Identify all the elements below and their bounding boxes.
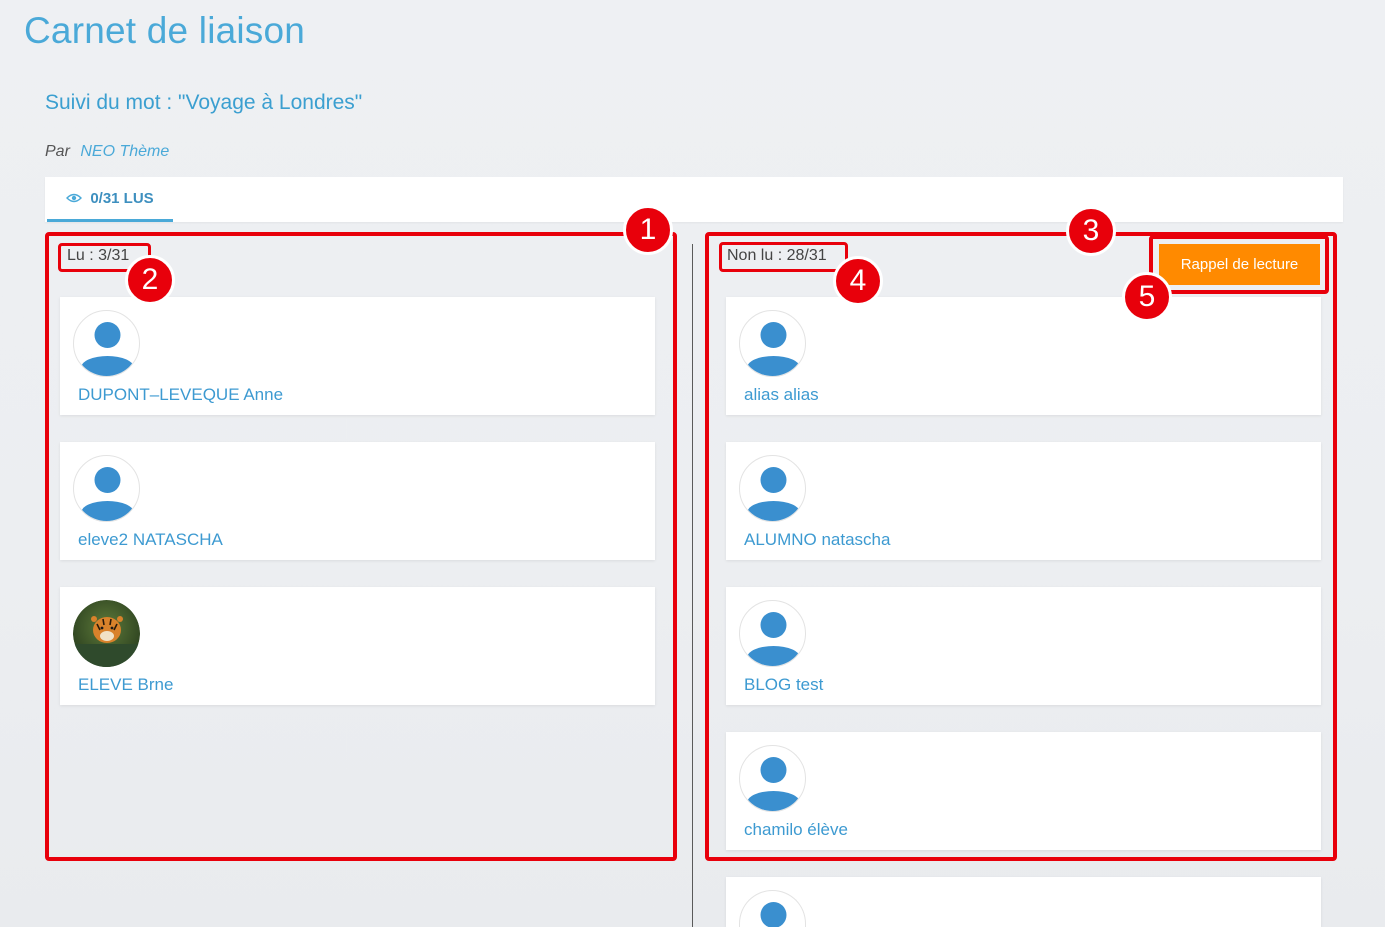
avatar: [739, 600, 806, 667]
page-title: Carnet de liaison: [24, 10, 306, 51]
unread-count-label: Non lu : 28/31: [727, 247, 827, 264]
message-subtitle: Suivi du mot : "Voyage à Londres": [45, 91, 363, 114]
annotation-marker: 2: [125, 255, 175, 305]
user-icon: [81, 322, 134, 376]
avatar: [739, 745, 806, 812]
avatar: [73, 310, 140, 377]
user-icon: [747, 757, 800, 811]
user-icon: [747, 322, 800, 376]
student-card[interactable]: BLOG test: [726, 587, 1321, 705]
student-card[interactable]: [726, 877, 1321, 927]
tab-bar: 0/31 LUS: [45, 177, 1343, 222]
student-card[interactable]: chamilo élève: [726, 732, 1321, 850]
author-link[interactable]: NEO Thème: [80, 143, 169, 160]
student-card[interactable]: alias alias: [726, 297, 1321, 415]
avatar: [739, 890, 806, 927]
student-name: ALUMNO natascha: [744, 530, 891, 549]
annotation-marker: 5: [1122, 272, 1172, 322]
author-prefix: Par: [45, 143, 70, 160]
student-name: alias alias: [744, 385, 819, 404]
tab-read-count[interactable]: 0/31 LUS: [47, 177, 173, 222]
user-icon: [747, 467, 800, 521]
student-name: eleve2 NATASCHA: [78, 530, 223, 549]
eye-icon: [66, 193, 83, 203]
reading-reminder-button[interactable]: Rappel de lecture: [1159, 244, 1320, 285]
annotation-marker: 4: [833, 256, 883, 306]
student-card[interactable]: eleve2 NATASCHA: [60, 442, 655, 560]
author-line: Par NEO Thème: [45, 143, 169, 161]
student-card[interactable]: ELEVE Brne: [60, 587, 655, 705]
annotation-marker: 3: [1066, 206, 1116, 256]
read-count-label: Lu : 3/31: [67, 247, 130, 264]
student-name: chamilo élève: [744, 820, 848, 839]
student-name: BLOG test: [744, 675, 824, 694]
user-icon: [747, 612, 800, 666]
avatar: [73, 600, 140, 667]
user-icon: [760, 902, 787, 927]
tab-label: 0/31 LUS: [90, 189, 154, 207]
student-name: DUPONT–LEVEQUE Anne: [78, 385, 284, 404]
tiger-photo: [73, 600, 140, 667]
student-card[interactable]: DUPONT–LEVEQUE Anne: [60, 297, 655, 415]
student-card[interactable]: ALUMNO natascha: [726, 442, 1321, 560]
avatar: [73, 455, 140, 522]
avatar: [739, 310, 806, 377]
avatar: [739, 455, 806, 522]
annotation-marker: 1: [623, 205, 673, 255]
column-divider: [692, 244, 693, 927]
user-icon: [81, 467, 134, 521]
student-name: ELEVE Brne: [78, 675, 174, 694]
